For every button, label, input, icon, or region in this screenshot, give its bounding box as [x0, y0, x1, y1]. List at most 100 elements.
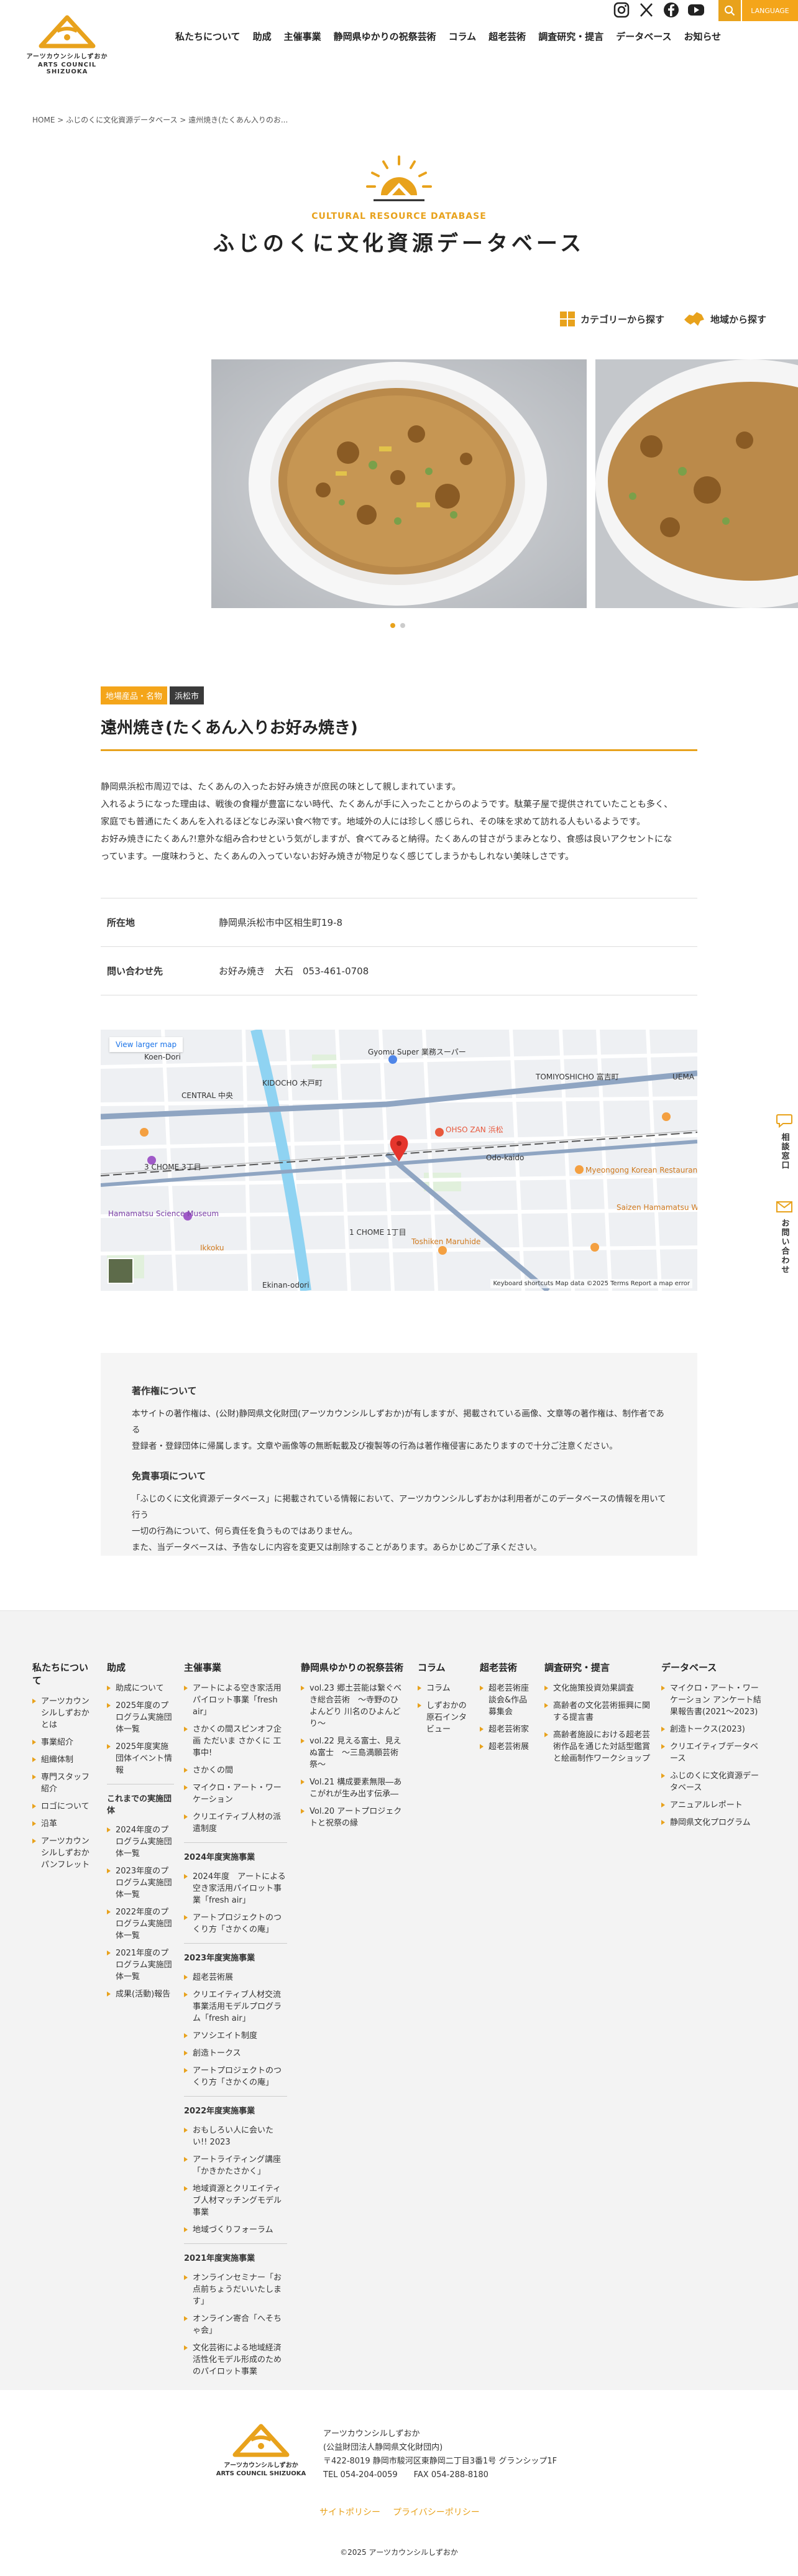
footer-col-title[interactable]: 私たちについて: [32, 1661, 94, 1687]
footer-link[interactable]: vol.23 郷土芸能は繋ぐべき総合芸術 〜寺野のひよんどり 川名のひよんどり〜: [301, 1683, 405, 1730]
site-logo[interactable]: アーツカウンシルしずおか ARTS COUNCIL SHIZUOKA: [17, 12, 117, 75]
footer-link[interactable]: クリエイティブ人材交流事業活用モデルプログラム「fresh air」: [184, 1989, 287, 2024]
footer-col-about: 私たちについて アーツカウンシルしずおかとは 事業紹介 組織体制 専門スタッフ紹…: [32, 1661, 94, 1877]
footer-link[interactable]: ふじのくに文化資源データベース: [661, 1770, 764, 1794]
nav-research[interactable]: 調査研究・提言: [532, 30, 610, 43]
footer-link[interactable]: 地域づくりフォーラム: [184, 2224, 287, 2236]
footer-link[interactable]: 創造トークス: [184, 2047, 287, 2059]
map-label: Myeongong Korean Restaurant: [585, 1166, 697, 1175]
footer-link[interactable]: しずおかの原石インタビュー: [418, 1700, 469, 1735]
site-policy-link[interactable]: サイトポリシー: [319, 2506, 380, 2518]
x-icon[interactable]: [638, 1, 655, 19]
footer-col-title[interactable]: 主催事業: [184, 1661, 287, 1674]
footer-col-title[interactable]: 静岡県ゆかりの祝祭芸術: [301, 1661, 405, 1674]
privacy-policy-link[interactable]: プライバシーポリシー: [393, 2506, 480, 2518]
nav-festival[interactable]: 静岡県ゆかりの祝祭芸術: [328, 30, 443, 43]
nav-elder-art[interactable]: 超老芸術: [482, 30, 532, 43]
instagram-icon[interactable]: [613, 1, 630, 19]
view-larger-map-link[interactable]: View larger map: [109, 1037, 183, 1052]
footer-col-title[interactable]: 超老芸術: [480, 1661, 532, 1674]
contact-side-tab[interactable]: お問い合わせ: [771, 1200, 798, 1275]
footer-link[interactable]: 高齢者の文化芸術振興に関する提言書: [544, 1700, 650, 1724]
youtube-icon[interactable]: [687, 1, 705, 19]
facebook-icon[interactable]: [663, 1, 680, 19]
footer-link[interactable]: 超老芸術家: [480, 1724, 532, 1735]
footer-link[interactable]: クリエイティブデータベース: [661, 1741, 764, 1765]
footer-link[interactable]: アーツカウンシルしずおかとは: [32, 1696, 94, 1731]
footer-link[interactable]: 成果(活動)報告: [107, 1988, 174, 2000]
notice-box: 著作権について 本サイトの著作権は、(公財)静岡県文化財団(アーツカウンシルしず…: [101, 1353, 697, 1556]
footer-link[interactable]: 沿革: [32, 1818, 94, 1830]
google-map[interactable]: Koen-Dori KIDOCHO 木戸町 CENTRAL 中央 TOMIYOS…: [101, 1030, 697, 1291]
consult-side-tab[interactable]: 相談窓口: [771, 1113, 798, 1170]
disclaimer-heading: 免責事項について: [132, 1470, 206, 1482]
footer-link[interactable]: さかくの間スピンオフ企画 ただいま さかくに 工事中!: [184, 1724, 287, 1759]
footer-link[interactable]: 2023年度のプログラム実施団体一覧: [107, 1865, 174, 1901]
footer-link[interactable]: Vol.20 アートプロジェクトと祝祭の縁: [301, 1806, 405, 1829]
tag-category[interactable]: 地場産品・名物: [101, 686, 168, 704]
footer-link[interactable]: ロゴについて: [32, 1801, 94, 1812]
nav-news[interactable]: お知らせ: [677, 30, 727, 43]
footer-link[interactable]: 2024年度 アートによる空き家活用パイロット事業「fresh air」: [184, 1871, 287, 1906]
footer-col-title[interactable]: データベース: [661, 1661, 764, 1674]
slider-dot-1[interactable]: [390, 623, 395, 628]
footer-col-title[interactable]: 助成: [107, 1661, 174, 1674]
footer-link[interactable]: 地域資源とクリエイティブ人材マッチングモデル事業: [184, 2183, 287, 2218]
footer-link[interactable]: アソシエイト制度: [184, 2030, 287, 2042]
footer-link[interactable]: 静岡県文化プログラム: [661, 1817, 764, 1829]
footer-link[interactable]: アニュアルレポート: [661, 1799, 764, 1811]
footer-link[interactable]: 2021年度のプログラム実施団体一覧: [107, 1947, 174, 1983]
footer-link[interactable]: アーツカウンシルしずおかパンフレット: [32, 1835, 94, 1871]
footer-link[interactable]: 文化芸術による地域経済活性化モデル形成のためのパイロット事業: [184, 2342, 287, 2378]
footer-link[interactable]: 超老芸術展: [480, 1741, 532, 1753]
footer-link[interactable]: vol.22 見える富士、見えぬ富士 〜三島満願芸術祭〜: [301, 1735, 405, 1771]
search-by-category-link[interactable]: カテゴリーから探す: [559, 311, 664, 327]
footer-link[interactable]: 文化施策投資効果調査: [544, 1683, 650, 1694]
footer-link[interactable]: アートによる空き家活用パイロット事業「fresh air」: [184, 1683, 287, 1718]
footer-link[interactable]: 2025年度実施団体イベント情報: [107, 1741, 174, 1776]
footer-link[interactable]: 組織体制: [32, 1754, 94, 1766]
footer-link[interactable]: おもしろい人に会いたい!! 2023: [184, 2125, 287, 2148]
footer-link[interactable]: オンラインセミナー「お点前ちょうだいいたします」: [184, 2272, 287, 2307]
footer-postal-address: 〒422-8019 静岡市駿河区東静岡二丁目3番1号 グランシップ1F: [323, 2457, 557, 2466]
nav-grant[interactable]: 助成: [247, 30, 278, 43]
footer-link[interactable]: 2024年度のプログラム実施団体一覧: [107, 1824, 174, 1860]
nav-column[interactable]: コラム: [443, 30, 483, 43]
footer-link[interactable]: 専門スタッフ紹介: [32, 1771, 94, 1795]
map-attribution[interactable]: Keyboard shortcuts Map data ©2025 Terms …: [490, 1279, 692, 1288]
search-by-region-link[interactable]: 地域から探す: [683, 311, 766, 327]
map-canvas[interactable]: Koen-Dori KIDOCHO 木戸町 CENTRAL 中央 TOMIYOS…: [101, 1030, 697, 1291]
footer-link[interactable]: アートライティング講座「かきかたさかく」: [184, 2154, 287, 2177]
footer-link[interactable]: アートプロジェクトのつくり方「さかくの庵」: [184, 1912, 287, 1936]
footer-col-title[interactable]: コラム: [418, 1661, 469, 1674]
search-button[interactable]: [718, 0, 741, 21]
slider-dot-2[interactable]: [400, 623, 405, 628]
copyright-text-line: 登録者・登録団体に帰属します。文章や画像等の無断転載及び複製等の行為は著作権侵害…: [132, 1441, 618, 1451]
footer-link[interactable]: さかくの間: [184, 1765, 287, 1776]
contact-tab-label: お問い合わせ: [779, 1219, 789, 1275]
language-button[interactable]: LANGUAGE: [742, 0, 798, 21]
footer-logo[interactable]: アーツカウンシルしずおか ARTS COUNCIL SHIZUOKA: [211, 2421, 311, 2477]
footer-link[interactable]: クリエイティブ人材の派遣制度: [184, 1811, 287, 1835]
footer-link[interactable]: 創造トークス(2023): [661, 1724, 764, 1735]
footer-link[interactable]: アートプロジェクトのつくり方「さかくの庵」: [184, 2065, 287, 2089]
nav-database[interactable]: データベース: [610, 30, 677, 43]
footer-link[interactable]: コラム: [418, 1683, 469, 1694]
footer-link[interactable]: オンライン寄合「へそちゃ会」: [184, 2313, 287, 2337]
footer-link[interactable]: 超老芸術展: [184, 1972, 287, 1983]
nav-about[interactable]: 私たちについて: [169, 30, 247, 43]
image-slider[interactable]: [211, 359, 798, 609]
footer-link[interactable]: 2025年度のプログラム実施団体一覧: [107, 1700, 174, 1735]
footer-col-title[interactable]: 調査研究・提言: [544, 1661, 650, 1674]
footer-link[interactable]: Vol.21 構成要素無限―あこがれが生み出す伝承―: [301, 1776, 405, 1800]
footer-link[interactable]: 2022年度のプログラム実施団体一覧: [107, 1906, 174, 1942]
footer-link[interactable]: 高齢者施設における超老芸術作品を通じた対話型鑑賞と絵画制作ワークショップ: [544, 1729, 650, 1765]
nav-project[interactable]: 主催事業: [278, 30, 328, 43]
footer-link[interactable]: マイクロ・アート・ワーケーション アンケート結果報告書(2021〜2023): [661, 1683, 764, 1718]
map-satellite-toggle[interactable]: [108, 1258, 134, 1284]
footer-link[interactable]: マイクロ・アート・ワーケーション: [184, 1782, 287, 1806]
footer-link[interactable]: 事業紹介: [32, 1737, 94, 1748]
tag-region[interactable]: 浜松市: [170, 686, 204, 704]
footer-link[interactable]: 超老芸術座談会&作品募集会: [480, 1683, 532, 1718]
footer-link[interactable]: 助成について: [107, 1683, 174, 1694]
